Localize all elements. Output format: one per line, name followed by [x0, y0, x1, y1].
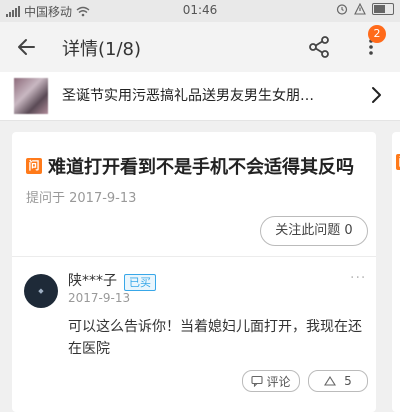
back-arrow-icon[interactable] [14, 34, 40, 60]
like-button[interactable]: 5 [308, 370, 368, 392]
product-title: 圣诞节实用污恶搞礼品送男友男生女朋… [62, 88, 314, 104]
question-title: 难道打开看到不是手机不会适得其反吗 [48, 157, 354, 178]
product-bar[interactable]: 圣诞节实用污恶搞礼品送男友男生女朋… [0, 72, 400, 121]
page-title: 详情(1/8) [62, 39, 142, 60]
question-icon: 问 [396, 154, 400, 170]
bought-badge: 已买 [124, 274, 156, 291]
product-thumbnail [14, 78, 48, 114]
question-date: 提问于 2017-9-13 [26, 191, 137, 206]
like-count: 5 [344, 374, 352, 388]
question-icon: 问 [26, 158, 42, 174]
notification-badge: 2 [368, 25, 386, 43]
chevron-right-icon[interactable] [366, 85, 386, 105]
avatar: ◆ [24, 274, 58, 308]
share-icon[interactable] [306, 34, 332, 60]
answer-text: 可以这么告诉你！当着媳妇儿面打开，我现在还在医院 [68, 319, 362, 357]
thumbs-up-triangle-icon [324, 376, 337, 386]
question-card: 问 难道打开看到不是手机不会适得其反吗 提问于 2017-9-13 关注此问题 … [12, 132, 376, 412]
header-bar: 详情(1/8) 2 [0, 22, 400, 72]
comment-icon [251, 375, 264, 387]
comment-label: 评论 [266, 374, 291, 389]
answer-user-name: 陕***子 [68, 273, 117, 289]
status-bar: 中国移动 01:46 [0, 0, 400, 22]
follow-question-button[interactable]: 关注此问题 0 [260, 216, 368, 246]
battery-icon [372, 3, 394, 15]
answer-more-icon[interactable]: ··· [350, 270, 366, 286]
alarm-icon [336, 4, 348, 15]
answer-date: 2017-9-13 [68, 291, 131, 305]
sim-alert-icon [354, 3, 366, 15]
next-question-card-peek[interactable]: 问 [392, 132, 400, 412]
comment-button[interactable]: 评论 [242, 370, 300, 392]
divider [12, 256, 376, 257]
